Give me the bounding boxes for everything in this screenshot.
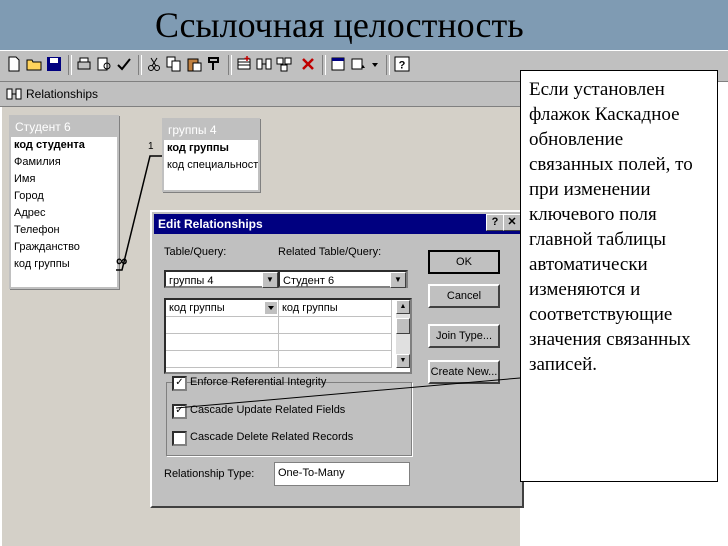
slide-title: Ссылочная целостность [0,0,728,50]
table-groups[interactable]: группы 4 код группы код специальности [162,118,260,192]
grid-right-field[interactable]: код группы [279,300,392,317]
integrity-group [166,382,412,456]
print-icon[interactable] [76,56,92,72]
grid-scrollbar[interactable]: ▲ ▼ [396,300,410,368]
fields-grid: код группы код группы ▲ ▼ [164,298,412,374]
relationships-window-title-text: Relationships [26,87,99,101]
related-table-query-label: Related Table/Query: [278,246,382,258]
cascade-update-label[interactable]: Cascade Update Related Fields [190,404,345,416]
field-address[interactable]: Адрес [11,205,117,222]
field-name[interactable]: Имя [11,171,117,188]
svg-text:?: ? [399,60,406,72]
cascade-delete-label[interactable]: Cascade Delete Related Records [190,431,353,443]
table-query-combo[interactable]: группы 4 ▼ [164,270,280,288]
new-icon[interactable] [6,56,22,72]
field-citizenship[interactable]: Гражданство [11,239,117,256]
help-icon[interactable]: ? [394,56,410,72]
copy-icon[interactable] [166,56,182,72]
field-group-id[interactable]: код группы [11,256,117,273]
link-one-label: 1 [148,141,154,152]
scroll-down-icon[interactable]: ▼ [396,354,410,368]
table-query-value: группы 4 [169,275,214,287]
spelling-icon[interactable] [116,56,132,72]
field-surname[interactable]: Фамилия [11,154,117,171]
table-student-caption[interactable]: Студент 6 [11,117,117,137]
table-query-label: Table/Query: [164,246,227,258]
toolbar-separator [386,55,390,75]
dialog-title: Edit Relationships [154,214,520,234]
grid-left-field-text: код группы [169,302,225,314]
print-preview-icon[interactable] [96,56,112,72]
new-object-icon[interactable] [350,56,366,72]
chevron-down-icon[interactable]: ▼ [262,272,278,288]
field-specialty-id[interactable]: код специальности [164,157,258,174]
paste-icon[interactable] [186,56,202,72]
relationship-type-label: Relationship Type: [164,468,255,480]
field-group-id-pk[interactable]: код группы [164,140,258,157]
field-city[interactable]: Город [11,188,117,205]
show-all-icon[interactable] [276,56,292,72]
show-table-icon[interactable] [236,56,252,72]
save-icon[interactable] [46,56,62,72]
table-student[interactable]: Студент 6 код студента Фамилия Имя Город… [9,115,119,289]
open-icon[interactable] [26,56,42,72]
table-groups-caption[interactable]: группы 4 [164,120,258,140]
cut-icon[interactable] [146,56,162,72]
cascade-update-checkbox[interactable]: ✓ [172,404,187,419]
relationships-window-title: Relationships [0,82,520,107]
related-table-query-combo[interactable]: Студент 6 ▼ [278,270,408,288]
delete-icon[interactable] [300,56,316,72]
enforce-integrity-checkbox[interactable]: ✓ [172,376,187,391]
explanation-note: Если установлен флажок Каскадное обновле… [520,70,718,482]
chevron-down-icon[interactable]: ▼ [390,272,406,288]
ok-button[interactable]: OK [428,250,500,274]
format-painter-icon[interactable] [206,56,222,72]
toolbar-separator [138,55,142,75]
scroll-thumb[interactable] [396,318,410,334]
chevron-down-icon[interactable] [265,302,277,314]
toolbar-separator [228,55,232,75]
edit-relationships-dialog: Edit Relationships ? ✕ Table/Query: Rela… [150,210,524,508]
close-button[interactable]: ✕ [503,214,521,231]
create-new-button[interactable]: Create New... [428,360,500,384]
properties-icon[interactable] [330,56,346,72]
grid-right-field-text: код группы [282,302,338,314]
field-phone[interactable]: Телефон [11,222,117,239]
cascade-delete-checkbox[interactable] [172,431,187,446]
related-table-query-value: Студент 6 [283,275,335,287]
field-student-id[interactable]: код студента [11,137,117,154]
grid-left-field[interactable]: код группы [166,300,279,317]
scroll-up-icon[interactable]: ▲ [396,300,410,314]
link-many-label: ∞ [116,253,128,270]
new-object-dropdown-icon[interactable] [370,56,380,72]
enforce-integrity-label[interactable]: Enforce Referential Integrity [190,376,326,388]
cancel-button[interactable]: Cancel [428,284,500,308]
help-button[interactable]: ? [486,214,504,231]
join-type-button[interactable]: Join Type... [428,324,500,348]
relationship-type-value: One-To-Many [274,462,410,486]
show-direct-icon[interactable] [256,56,272,72]
toolbar-separator [322,55,326,75]
toolbar-separator [68,55,72,75]
relationships-window-icon [6,88,22,100]
